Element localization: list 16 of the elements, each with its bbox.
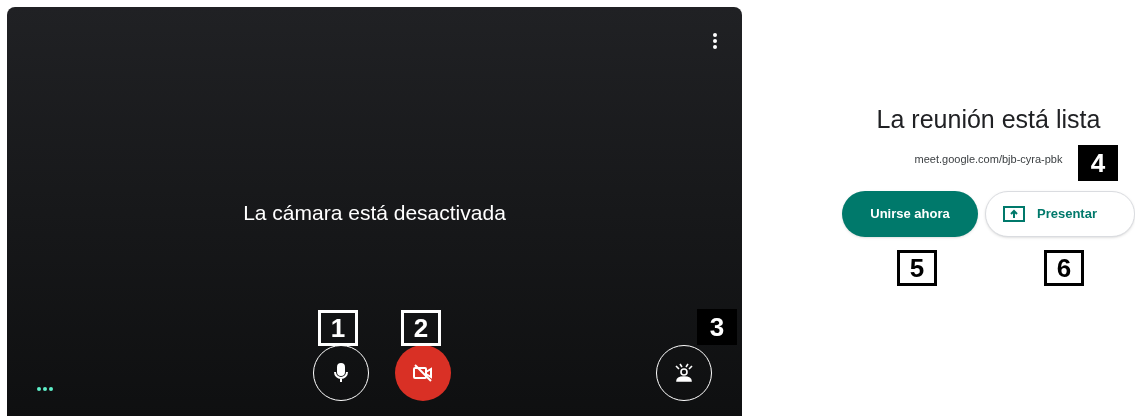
callout-label: 4 — [1078, 145, 1118, 181]
join-now-button[interactable]: Unirse ahora — [842, 191, 978, 237]
camera-off-message: La cámara está desactivada — [243, 200, 506, 226]
callout-label: 6 — [1044, 250, 1084, 286]
callout-label: 1 — [318, 310, 358, 346]
present-button[interactable]: Presentar — [985, 191, 1135, 237]
person-effects-icon — [673, 362, 695, 383]
more-options-icon[interactable] — [712, 33, 718, 49]
callout-label: 3 — [697, 309, 737, 345]
microphone-icon — [334, 362, 348, 383]
callout-label: 2 — [401, 310, 441, 346]
callout-label: 5 — [897, 250, 937, 286]
present-screen-icon — [1003, 206, 1025, 222]
camera-icon — [412, 362, 434, 383]
typing-dots-icon — [37, 386, 53, 391]
meeting-ready-title: La reunión está lista — [876, 104, 1101, 135]
